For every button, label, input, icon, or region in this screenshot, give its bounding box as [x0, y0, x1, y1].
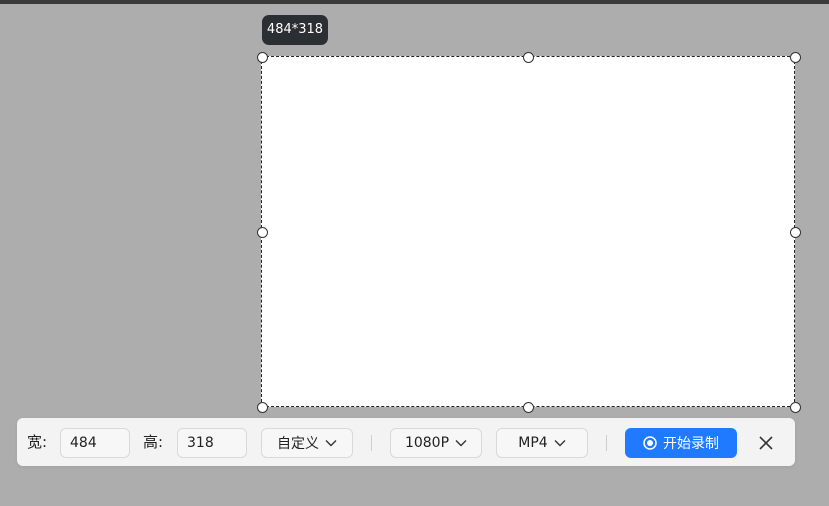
- resolution-value: 1080P: [404, 435, 450, 451]
- resize-handle-top-right[interactable]: [789, 51, 801, 63]
- aspect-ratio-value: 自定义: [277, 436, 319, 452]
- toolbar-divider: [371, 435, 372, 451]
- top-edge-strip: [0, 0, 829, 4]
- capture-selection-area[interactable]: [261, 56, 795, 407]
- aspect-ratio-select[interactable]: 自定义: [261, 428, 353, 458]
- width-label: 宽:: [27, 433, 48, 451]
- selection-size-tooltip: 484*318: [262, 15, 328, 45]
- height-label: 高:: [143, 433, 164, 451]
- start-recording-label: 开始录制: [663, 436, 719, 452]
- chevron-down-icon: [325, 440, 337, 447]
- height-input[interactable]: [177, 428, 247, 458]
- resize-handle-bottom-right[interactable]: [789, 401, 801, 413]
- resize-handle-bottom-left[interactable]: [256, 401, 268, 413]
- close-icon: [759, 436, 773, 450]
- recording-toolbar: 宽: 高: 自定义 1080P MP4 开始录制: [17, 418, 795, 466]
- format-select[interactable]: MP4: [496, 428, 588, 458]
- start-recording-button[interactable]: 开始录制: [625, 428, 737, 458]
- close-toolbar-button[interactable]: [755, 432, 777, 454]
- chevron-down-icon: [554, 440, 566, 447]
- resolution-select[interactable]: 1080P: [390, 428, 482, 458]
- resize-handle-middle-right[interactable]: [789, 226, 801, 238]
- record-icon: [643, 436, 657, 450]
- toolbar-divider: [606, 435, 607, 451]
- resize-handle-top-left[interactable]: [256, 51, 268, 63]
- resize-handle-top-center[interactable]: [522, 51, 534, 63]
- resize-handle-bottom-center[interactable]: [522, 401, 534, 413]
- chevron-down-icon: [455, 440, 467, 447]
- resize-handle-middle-left[interactable]: [256, 226, 268, 238]
- width-input[interactable]: [60, 428, 130, 458]
- format-value: MP4: [518, 435, 548, 451]
